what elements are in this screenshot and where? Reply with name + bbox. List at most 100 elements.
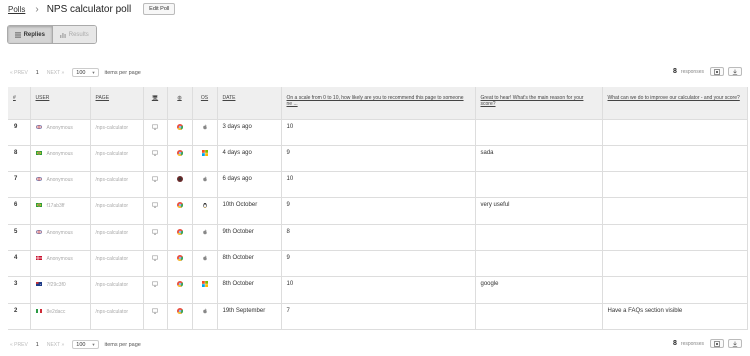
browser-cell (167, 197, 193, 225)
chevron-down-icon: ▼ (91, 342, 96, 347)
tab-replies[interactable]: Replies (8, 26, 52, 43)
user-id: f17ab3ff (46, 203, 65, 210)
download-button[interactable] (728, 339, 742, 348)
country-flag-icon (35, 282, 42, 288)
next-link[interactable]: NEXT » (47, 70, 64, 76)
user-id: 8e2dacc (46, 308, 66, 315)
table-row[interactable]: 8 Anonymous/nps-calculator 4 days ago 9 sada (8, 145, 748, 173)
browser-cell (167, 276, 193, 304)
col-date-header[interactable]: DATE (217, 87, 282, 120)
download-button[interactable] (728, 67, 742, 76)
user-cell[interactable]: Anonymous (30, 224, 91, 251)
chrome-browser-icon (176, 149, 183, 158)
improve-cell: Have a FAQs section visible (602, 303, 748, 330)
apple-os-icon (202, 308, 208, 316)
row-number: 4 (8, 250, 31, 278)
tab-results[interactable]: Results (51, 26, 96, 43)
col-device-header[interactable]: 🖥 (143, 87, 168, 120)
improve-cell (602, 145, 748, 173)
chevron-down-icon: ▼ (91, 70, 96, 75)
page-cell: /nps-calculator (90, 250, 144, 278)
expand-button[interactable] (710, 67, 724, 76)
table-row[interactable]: 7 Anonymous/nps-calculator 6 days ago 10 (8, 171, 748, 199)
os-cell (192, 197, 218, 225)
improve-cell (602, 171, 748, 199)
row-number: 9 (8, 119, 31, 146)
table-row[interactable]: 9 Anonymous/nps-calculator 3 days ago 10 (8, 119, 748, 146)
table-row[interactable]: 5 Anonymous/nps-calculator 9th October 8 (8, 224, 748, 251)
page-number[interactable]: 1 (34, 341, 41, 349)
table-row[interactable]: 3 7f29c3f0/nps-calculator 8th October 10 goo… (8, 276, 748, 304)
download-icon (732, 69, 738, 75)
user-cell[interactable]: Anonymous (30, 171, 91, 199)
pagination-bottom: « PREV 1 NEXT » 100 ▼ items per page (10, 340, 141, 349)
reason-cell: sada (475, 145, 603, 173)
country-flag-icon (35, 203, 42, 209)
windows-os-icon (201, 281, 208, 289)
improve-cell (602, 197, 748, 225)
col-user-header[interactable]: USER (30, 87, 91, 120)
row-number: 5 (8, 224, 31, 251)
user-cell[interactable]: Anonymous (30, 250, 91, 278)
chrome-browser-icon (176, 123, 183, 132)
chrome-browser-icon (176, 228, 183, 237)
desktop-icon (152, 176, 158, 184)
row-number: 3 (8, 276, 31, 304)
col-page-header[interactable]: PAGE (90, 87, 144, 120)
col-os-header[interactable]: OS (192, 87, 218, 120)
responses-count: 8 (673, 340, 677, 347)
device-cell (143, 276, 168, 304)
user-cell[interactable]: Anonymous (30, 119, 91, 146)
prev-link[interactable]: « PREV (10, 70, 28, 76)
score-cell: 9 (281, 250, 476, 278)
reason-cell: very useful (475, 197, 603, 225)
breadcrumb-polls-link[interactable]: Polls (8, 5, 25, 14)
prev-link[interactable]: « PREV (10, 342, 28, 348)
user-id: Anonymous (46, 124, 73, 131)
desktop-icon (152, 281, 158, 289)
table-row[interactable]: 4 Anonymous/nps-calculator 8th October 9 (8, 250, 748, 278)
device-cell (143, 250, 168, 278)
col-q2-header[interactable]: Great to hear! What's the main reason fo… (475, 87, 603, 120)
apple-os-icon (202, 229, 208, 237)
col-q3-header[interactable]: What can we do to improve our calculator… (602, 87, 748, 120)
col-q1-header[interactable]: On a scale from 0 to 10, how likely are … (281, 87, 476, 120)
score-cell: 7 (281, 303, 476, 330)
user-cell[interactable]: f17ab3ff (30, 197, 91, 225)
date-cell: 8th October (217, 276, 282, 304)
user-id: Anonymous (46, 177, 73, 184)
device-icon: 🖥 (151, 95, 159, 101)
breadcrumb: Polls › NPS calculator poll Edit Poll (8, 0, 176, 18)
expand-icon (714, 68, 720, 75)
page-title: NPS calculator poll (46, 3, 132, 15)
col-num-header[interactable]: # (8, 87, 31, 120)
tab-results-label: Results (68, 31, 89, 38)
expand-button[interactable] (710, 339, 724, 348)
user-cell[interactable]: 8e2dacc (30, 303, 91, 330)
page-cell: /nps-calculator (90, 303, 144, 330)
device-cell (143, 303, 168, 330)
country-flag-icon (35, 124, 42, 131)
browser-cell (167, 171, 193, 199)
per-page-select[interactable]: 100 ▼ (72, 340, 100, 349)
user-cell[interactable]: Anonymous (30, 145, 91, 173)
country-flag-icon (35, 255, 42, 262)
table-row[interactable]: 2 8e2dacc/nps-calculator 19th September 7 Ha… (8, 303, 748, 330)
row-number: 7 (8, 171, 31, 199)
chrome-browser-icon (176, 281, 183, 289)
tab-replies-label: Replies (23, 31, 45, 38)
per-page-select[interactable]: 100 ▼ (72, 68, 100, 77)
improve-cell (602, 224, 748, 251)
edit-poll-button[interactable]: Edit Poll (143, 3, 176, 15)
col-browser-header[interactable]: ◍ (167, 87, 193, 120)
per-page-value: 100 (76, 341, 86, 348)
improve-cell (602, 250, 748, 278)
windows-os-icon (201, 149, 208, 158)
dark-browser-icon (176, 176, 183, 184)
table-row[interactable]: 6 f17ab3ff/nps-calculator 10th October 9 ver… (8, 197, 748, 225)
date-cell: 4 days ago (217, 145, 282, 173)
page-number[interactable]: 1 (34, 69, 41, 77)
next-link[interactable]: NEXT » (47, 342, 64, 348)
os-cell (192, 119, 218, 146)
user-cell[interactable]: 7f29c3f0 (30, 276, 91, 304)
